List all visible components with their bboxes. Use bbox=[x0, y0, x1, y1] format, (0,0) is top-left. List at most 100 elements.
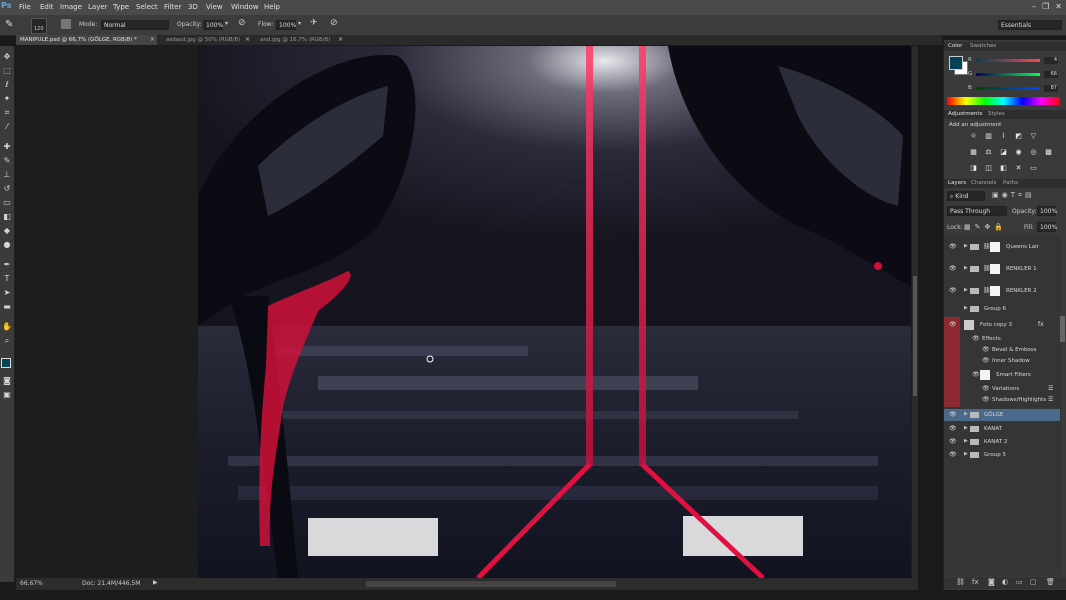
layer-mask-thumbnail[interactable] bbox=[990, 286, 1000, 296]
expand-arrow-icon[interactable]: ▶ bbox=[964, 287, 968, 293]
menu-filter[interactable]: Filter bbox=[164, 3, 181, 11]
vibrance-icon[interactable]: ▽ bbox=[1029, 132, 1038, 140]
quick-select-tool-icon[interactable]: ✦ bbox=[2, 94, 12, 104]
path-selection-tool-icon[interactable]: ➤ bbox=[2, 288, 12, 298]
color-lookup-icon[interactable]: ▩ bbox=[1044, 148, 1053, 156]
dodge-tool-icon[interactable]: ● bbox=[2, 240, 12, 250]
link-layers-icon[interactable]: ⛓ bbox=[956, 578, 965, 586]
visibility-eye-icon[interactable]: 👁 bbox=[949, 438, 957, 445]
blur-tool-icon[interactable]: ◆ bbox=[2, 226, 12, 236]
vertical-scrollbar-thumb[interactable] bbox=[913, 276, 917, 396]
color-balance-icon[interactable]: ⚖ bbox=[984, 148, 993, 156]
layer-kanat-2[interactable]: 👁 ▶ KANAT 2 bbox=[944, 436, 1060, 448]
expand-arrow-icon[interactable]: ▶ bbox=[964, 265, 968, 271]
layer-kind-filter[interactable]: ⌕ Kind bbox=[947, 191, 985, 201]
menu-edit[interactable]: Edit bbox=[40, 3, 54, 11]
menu-select[interactable]: Select bbox=[136, 3, 158, 11]
add-style-icon[interactable]: fx bbox=[972, 578, 979, 586]
menu-file[interactable]: File bbox=[19, 3, 31, 11]
canvas-area[interactable] bbox=[16, 46, 918, 578]
history-brush-tool-icon[interactable]: ↺ bbox=[2, 184, 12, 194]
tab-paths[interactable]: Paths bbox=[1003, 180, 1018, 186]
new-group-icon[interactable]: ▭ bbox=[1016, 578, 1023, 586]
expand-arrow-icon[interactable]: ▶ bbox=[964, 411, 968, 417]
selective-color-icon[interactable]: ✕ bbox=[1014, 164, 1023, 172]
layer-golge[interactable]: 👁 ▶ GÖLGE bbox=[944, 409, 1060, 421]
expand-arrow-icon[interactable]: ▶ bbox=[964, 451, 968, 457]
exposure-icon[interactable]: ◩ bbox=[1014, 132, 1023, 140]
new-adjustment-icon[interactable]: ◐ bbox=[1002, 578, 1008, 586]
filter-options-icon[interactable]: ☰ bbox=[1048, 396, 1053, 403]
visibility-eye-icon[interactable]: 👁 bbox=[949, 287, 957, 294]
filter-mask-thumbnail[interactable] bbox=[980, 370, 990, 380]
tab-styles[interactable]: Styles bbox=[988, 111, 1005, 117]
filter-shadows-highlights[interactable]: 👁 Shadows/Highlights ☰ bbox=[944, 394, 1060, 406]
tab-color[interactable]: Color bbox=[948, 43, 962, 49]
r-value[interactable]: 4 bbox=[1044, 57, 1058, 64]
layer-mask-thumbnail[interactable] bbox=[990, 242, 1000, 252]
menu-type[interactable]: Type bbox=[113, 3, 129, 11]
smart-filters-eye-icon[interactable]: 👁 bbox=[972, 371, 980, 378]
effect-eye-icon[interactable]: 👁 bbox=[982, 357, 990, 364]
gradient-map-icon[interactable]: ▭ bbox=[1029, 164, 1038, 172]
layer-opacity-field[interactable]: 100% bbox=[1037, 206, 1057, 216]
workspace-select[interactable]: Essentials bbox=[998, 20, 1062, 30]
expand-arrow-icon[interactable]: ▶ bbox=[964, 425, 968, 431]
visibility-eye-icon[interactable]: 👁 bbox=[949, 321, 957, 328]
brush-panel-icon[interactable] bbox=[61, 19, 71, 29]
curves-icon[interactable]: ⌇ bbox=[999, 132, 1008, 140]
layer-group-6[interactable]: · ▶ Group 6 bbox=[944, 303, 1060, 315]
horizontal-scrollbar-thumb[interactable] bbox=[366, 581, 616, 587]
tab-swatches[interactable]: Swatches bbox=[970, 43, 996, 49]
visibility-eye-icon[interactable]: 👁 bbox=[949, 265, 957, 272]
brush-tool-icon[interactable]: ✎ bbox=[2, 156, 12, 166]
menu-layer[interactable]: Layer bbox=[88, 3, 108, 11]
add-mask-icon[interactable]: ◙ bbox=[988, 578, 995, 586]
clone-stamp-tool-icon[interactable]: ⊥ bbox=[2, 170, 12, 180]
menu-image[interactable]: Image bbox=[60, 3, 82, 11]
expand-arrow-icon[interactable]: ▶ bbox=[964, 305, 968, 311]
visibility-eye-icon[interactable]: · bbox=[949, 305, 956, 312]
b-slider[interactable] bbox=[976, 87, 1040, 90]
black-white-icon[interactable]: ◪ bbox=[999, 148, 1008, 156]
layers-scroll-thumb[interactable] bbox=[1060, 316, 1065, 342]
new-layer-icon[interactable]: ▢ bbox=[1030, 578, 1037, 586]
layer-queens-lair[interactable]: 👁 ▶ ⛓ Queens Lair bbox=[944, 241, 1060, 253]
mode-select[interactable]: Normal bbox=[101, 20, 169, 30]
close-tab-icon[interactable]: × bbox=[245, 36, 250, 43]
photo-filter-icon[interactable]: ◉ bbox=[1014, 148, 1023, 156]
close-tab-icon[interactable]: × bbox=[150, 36, 155, 43]
filter-eye-icon[interactable]: 👁 bbox=[982, 385, 990, 392]
menu-3d[interactable]: 3D bbox=[188, 3, 198, 11]
layer-foto-copy-3[interactable]: 👁 Foto copy 3 fx bbox=[944, 319, 1060, 331]
move-tool-icon[interactable]: ✥ bbox=[2, 52, 12, 62]
layer-filter-icons[interactable]: ▣◉T⌗▤ bbox=[992, 191, 1035, 200]
layer-group-5[interactable]: 👁 ▶ Group 5 bbox=[944, 449, 1060, 461]
quick-mask-icon[interactable]: ◙ bbox=[2, 376, 12, 386]
invert-icon[interactable]: ◨ bbox=[969, 164, 978, 172]
vertical-scrollbar[interactable] bbox=[912, 46, 918, 578]
tab-manipule[interactable]: MANIPULE.psd @ 66,7% (GÖLGE, RGB/8) * bbox=[16, 35, 157, 45]
visibility-eye-icon[interactable]: 👁 bbox=[949, 451, 957, 458]
foreground-color-swatch[interactable] bbox=[1, 358, 11, 368]
color-panel-foreground-swatch[interactable] bbox=[949, 56, 963, 70]
eraser-tool-icon[interactable]: ▭ bbox=[2, 198, 12, 208]
effect-eye-icon[interactable]: 👁 bbox=[982, 346, 990, 353]
fill-field[interactable]: 100% bbox=[1037, 222, 1057, 232]
menu-view[interactable]: View bbox=[206, 3, 223, 11]
effects-eye-icon[interactable]: 👁 bbox=[972, 335, 980, 342]
color-spectrum-ramp[interactable] bbox=[947, 97, 1060, 105]
pressure-size-icon[interactable]: ⊘ bbox=[330, 18, 338, 28]
opacity-dropdown-icon[interactable]: ▾ bbox=[225, 20, 228, 27]
airbrush-icon[interactable]: ✈ bbox=[310, 18, 318, 28]
close-button[interactable]: ✕ bbox=[1055, 2, 1062, 11]
flow-field[interactable]: 100% bbox=[276, 20, 296, 30]
effect-inner-shadow[interactable]: 👁 Inner Shadow bbox=[944, 355, 1060, 367]
hue-saturation-icon[interactable]: ▦ bbox=[969, 148, 978, 156]
expand-arrow-icon[interactable]: ▶ bbox=[964, 243, 968, 249]
crop-tool-icon[interactable]: ⌗ bbox=[2, 108, 12, 118]
blend-mode-select[interactable]: Pass Through bbox=[947, 206, 1007, 216]
opacity-field[interactable]: 100% bbox=[203, 20, 223, 30]
visibility-eye-icon[interactable]: 👁 bbox=[949, 411, 957, 418]
b-value[interactable]: 87 bbox=[1044, 85, 1058, 92]
